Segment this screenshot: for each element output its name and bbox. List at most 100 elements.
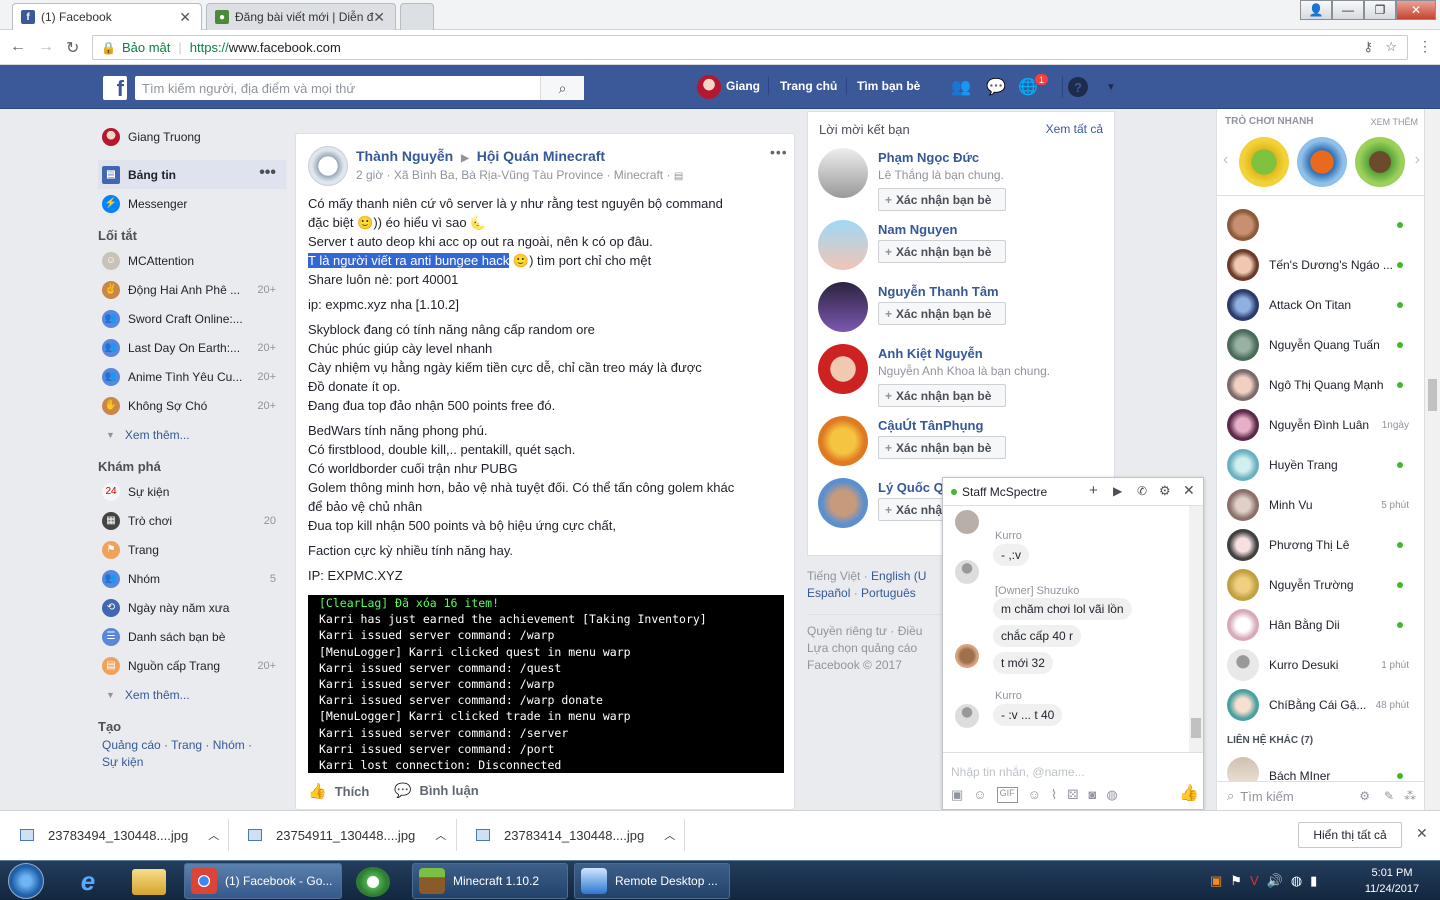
friend-name[interactable]: Nam Nguyen <box>878 222 957 237</box>
dropdown-icon[interactable]: ▼ <box>1100 77 1122 97</box>
phone-icon[interactable]: ✆ <box>1137 484 1147 498</box>
friend-name[interactable]: Anh Kiệt Nguyễn <box>878 346 983 361</box>
friend-avatar[interactable] <box>818 282 868 332</box>
confirm-friend-button[interactable]: + Xác nhận bạn bè <box>878 384 1006 407</box>
shortcuts-item[interactable]: ☺ MCAttention <box>98 246 286 275</box>
messenger-icon[interactable]: 💬 <box>985 77 1007 97</box>
photo-icon[interactable]: ▣ <box>951 787 963 803</box>
create-event-link[interactable]: Sự kiện <box>102 755 143 769</box>
close-window-button[interactable]: ✕ <box>1396 0 1436 20</box>
explore-item[interactable]: ☰ Danh sách bạn bè <box>98 622 286 651</box>
close-tab-icon[interactable]: ✕ <box>373 9 385 26</box>
explore-item[interactable]: 24 Sự kiện <box>98 477 286 506</box>
tray-app-icon[interactable]: ▮ <box>1310 873 1317 889</box>
contact-item[interactable]: Ngô Thị Quang Mạnh <box>1227 367 1417 403</box>
explore-item[interactable]: ⟲ Ngày này năm xưa <box>98 593 286 622</box>
author-avatar[interactable] <box>308 146 348 186</box>
close-chat-icon[interactable]: ✕ <box>1183 482 1195 499</box>
file-explorer-icon[interactable] <box>132 869 166 895</box>
url-input[interactable]: 🔒 Bảo mật | https:// www.facebook.com ⚷ … <box>92 35 1408 60</box>
chat-name[interactable]: Staff McSpectre <box>962 485 1047 499</box>
like-button[interactable]: 👍 Thích <box>308 782 369 800</box>
help-icon[interactable]: ? <box>1068 77 1088 97</box>
contact-item[interactable]: Minh Vu 5 phút <box>1227 487 1417 523</box>
forward-icon[interactable]: → <box>38 38 54 56</box>
see-more-shortcuts[interactable]: ▼ Xem thêm... <box>98 420 286 449</box>
sticker-icon[interactable]: ☺ <box>973 787 986 803</box>
friend-requests-icon[interactable]: 👥 <box>950 77 972 97</box>
contact-item[interactable]: Bách MIner <box>1227 757 1417 781</box>
messenger-item[interactable]: ⚡ Messenger <box>98 189 286 218</box>
like-send-icon[interactable]: 👍 <box>1179 783 1199 803</box>
search-icon[interactable]: ⌕ <box>540 76 584 100</box>
friend-name[interactable]: CậuÚt TânPhụng <box>878 418 983 433</box>
taskbar-remote-desktop[interactable]: Remote Desktop ... <box>574 863 730 899</box>
comment-button[interactable]: 💬 Bình luận <box>394 782 479 799</box>
shortcuts-item[interactable]: ✌ Động Hai Anh Phê ... 20+ <box>98 275 286 304</box>
gif-icon[interactable]: GIF <box>996 787 1018 803</box>
scrollbar-thumb[interactable] <box>1428 379 1437 411</box>
games-more-link[interactable]: XEM THÊM <box>1371 117 1418 127</box>
group-icon[interactable]: ⁂ <box>1404 789 1416 803</box>
start-button[interactable] <box>8 863 44 899</box>
tray-app-icon[interactable]: ▣ <box>1210 873 1222 889</box>
terms-link[interactable]: Điều <box>898 624 923 638</box>
flag-icon[interactable]: ⚑ <box>1230 873 1242 889</box>
see-all-link[interactable]: Xem tất cả <box>1046 122 1103 136</box>
add-person-icon[interactable]: + <box>1089 482 1098 499</box>
friend-avatar[interactable] <box>818 220 868 270</box>
post-options-icon[interactable]: ••• <box>770 144 788 160</box>
page-scrollbar[interactable] <box>1424 109 1440 810</box>
tab-forum[interactable]: ● Đăng bài viết mới | Diễn đ ✕ <box>206 3 396 30</box>
volume-icon[interactable]: 🔊 <box>1267 873 1283 889</box>
news-feed-item[interactable]: ▤ Bảng tin ••• <box>98 160 286 189</box>
message-bubble[interactable]: - ,:v <box>993 544 1029 566</box>
explore-item[interactable]: 👥 Nhóm 5 <box>98 564 286 593</box>
friend-avatar[interactable] <box>818 416 868 466</box>
contact-item[interactable]: Nguyễn Trường <box>1227 567 1417 603</box>
see-more-explore[interactable]: ▼ Xem thêm... <box>98 680 286 709</box>
back-icon[interactable]: ← <box>10 38 26 56</box>
contact-item[interactable]: Attack On Titan <box>1227 287 1417 323</box>
compose-icon[interactable]: ✎ <box>1384 789 1394 803</box>
star-icon[interactable]: ☆ <box>1385 39 1397 55</box>
key-icon[interactable]: ⚷ <box>1363 39 1373 55</box>
network-icon[interactable]: ◍ <box>1291 873 1302 889</box>
confirm-friend-button[interactable]: + Xác nhận bạn bè <box>878 240 1006 263</box>
shortcuts-item[interactable]: 👥 Last Day On Earth:... 20+ <box>98 333 286 362</box>
contact-item[interactable]: Nguyễn Đình Luân 1ngày <box>1227 407 1417 443</box>
contact-item[interactable]: Huyền Trang <box>1227 447 1417 483</box>
audio-icon[interactable]: ◍ <box>1106 787 1117 803</box>
shortcuts-item[interactable]: ✋ Không Sợ Chó 20+ <box>98 391 286 420</box>
chat-header[interactable]: Staff McSpectre + ▶ ✆ ⚙ ✕ <box>943 478 1203 506</box>
group-name[interactable]: Hội Quán Minecraft <box>477 148 605 164</box>
reload-icon[interactable]: ↻ <box>66 38 79 58</box>
contacts-search-input[interactable]: ⌕ Tìm kiếm ⚙ ✎ ⁂ <box>1217 781 1424 810</box>
taskbar-chrome[interactable]: (1) Facebook - Go... <box>184 863 342 899</box>
maximize-button[interactable]: ❐ <box>1364 0 1396 20</box>
confirm-friend-button[interactable]: + Xác nhận bạn bè <box>878 302 1006 325</box>
app-icon[interactable] <box>356 867 390 897</box>
explore-item[interactable]: ▤ Nguồn cấp Trang 20+ <box>98 651 286 680</box>
contact-item[interactable]: ChíBằng Cái Gậ... 48 phút <box>1227 687 1417 723</box>
create-group-link[interactable]: Nhóm <box>213 738 245 752</box>
camera-icon[interactable]: ◙ <box>1089 787 1097 803</box>
download-item[interactable]: 23783414_130448....jpg ︿ <box>476 827 675 843</box>
user-avatar[interactable] <box>697 75 721 99</box>
close-tab-icon[interactable]: ✕ <box>179 9 191 26</box>
shortcuts-item[interactable]: 👥 Sword Craft Online:... <box>98 304 286 333</box>
attach-icon[interactable]: ⌇ <box>1051 787 1057 803</box>
message-bubble[interactable]: t mới 32 <box>993 652 1053 674</box>
friend-avatar[interactable] <box>818 344 868 394</box>
chat-scrollbar[interactable] <box>1189 506 1203 752</box>
confirm-friend-button[interactable]: + Xác nhận bạn bè <box>878 436 1006 459</box>
emoji-icon[interactable]: ☺ <box>1028 787 1041 803</box>
menu-icon[interactable]: ⋮ <box>1418 38 1432 55</box>
friend-name[interactable]: Nguyễn Thanh Tâm <box>878 284 999 299</box>
message-bubble[interactable]: chắc cấp 40 r <box>993 625 1082 647</box>
confirm-friend-button[interactable]: + Xác nhận bạn bè <box>878 188 1006 211</box>
internet-explorer-icon[interactable]: e <box>70 866 106 896</box>
taskbar-minecraft[interactable]: Minecraft 1.10.2 <box>412 863 568 899</box>
profile-link[interactable]: Giang <box>726 79 760 93</box>
friend-avatar[interactable] <box>818 478 868 528</box>
